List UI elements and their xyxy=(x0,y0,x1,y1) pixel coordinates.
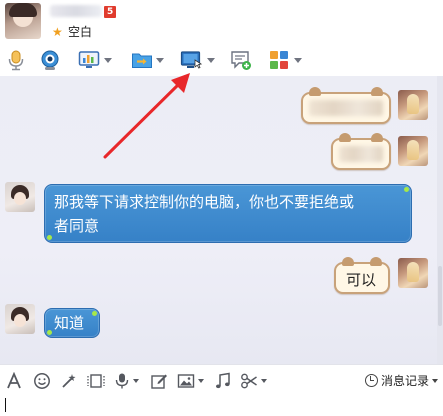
status-text: 空白 xyxy=(68,25,93,39)
clock-icon xyxy=(364,374,378,387)
gif-icon[interactable] xyxy=(87,372,105,390)
message-history-button[interactable]: 消息记录 xyxy=(364,373,438,389)
chart-screen-icon[interactable] xyxy=(78,49,100,71)
received-message-bubble[interactable]: 知道 xyxy=(44,308,100,338)
chat-header: 5 ★ 空白 xyxy=(0,0,443,42)
chevron-down-icon[interactable] xyxy=(156,58,164,63)
received-message-bubble[interactable]: 那我等下请求控制你的电脑，你也不要拒绝或 者同意 xyxy=(44,184,412,243)
contact-avatar[interactable] xyxy=(5,182,35,212)
send-file-icon[interactable] xyxy=(131,49,153,71)
input-toolbar: 消息记录 xyxy=(0,364,443,396)
message-input[interactable] xyxy=(0,396,443,416)
magic-wand-icon[interactable] xyxy=(60,372,78,390)
font-icon[interactable] xyxy=(5,372,23,390)
star-icon: ★ xyxy=(52,25,63,39)
image-icon[interactable] xyxy=(177,372,195,390)
music-icon[interactable] xyxy=(214,372,232,390)
my-avatar[interactable] xyxy=(398,136,428,166)
sent-message-bubble[interactable] xyxy=(331,133,391,170)
bubble-ear xyxy=(370,257,382,266)
message-text-line: 者同意 xyxy=(54,217,100,235)
chat-scrollbar[interactable] xyxy=(437,76,443,364)
chat-message-area[interactable]: 那我等下请求控制你的电脑，你也不要拒绝或 者同意 可以 知道 xyxy=(0,76,443,364)
message-text-line: 那我等下请求控制你的电脑，你也不要拒绝或 xyxy=(54,193,355,211)
emoji-icon[interactable] xyxy=(33,372,51,390)
chat-toolbar xyxy=(0,42,443,76)
contact-avatar[interactable] xyxy=(5,304,35,334)
bubble-dot xyxy=(92,311,97,316)
bubble-ear xyxy=(342,257,354,266)
chevron-down-icon[interactable] xyxy=(133,379,139,383)
my-avatar[interactable] xyxy=(398,258,428,288)
text-cursor xyxy=(5,398,6,412)
video-camera-icon[interactable] xyxy=(39,49,61,71)
bubble-dot xyxy=(47,235,52,240)
screenshot-icon[interactable] xyxy=(150,372,168,390)
voice-icon[interactable] xyxy=(113,372,131,390)
contact-avatar[interactable] xyxy=(5,3,41,39)
microphone-icon[interactable] xyxy=(5,49,27,71)
scissors-icon[interactable] xyxy=(240,372,258,390)
chevron-down-icon[interactable] xyxy=(104,58,112,63)
my-avatar[interactable] xyxy=(398,90,428,120)
chevron-down-icon xyxy=(432,379,438,383)
bubble-ear xyxy=(309,87,321,96)
bubble-ear xyxy=(371,133,383,142)
bubble-ear xyxy=(339,133,351,142)
message-text: 可以 xyxy=(346,271,377,289)
remote-desktop-icon[interactable] xyxy=(180,49,202,71)
add-message-icon[interactable] xyxy=(230,49,252,71)
vip-badge: 5 xyxy=(104,6,117,18)
history-label: 消息记录 xyxy=(380,374,429,388)
chevron-down-icon[interactable] xyxy=(207,58,215,63)
apps-grid-icon[interactable] xyxy=(268,49,290,71)
bubble-dot xyxy=(47,330,52,335)
redacted-message xyxy=(309,100,383,116)
bubble-ear xyxy=(371,87,383,96)
bubble-dot xyxy=(404,187,409,192)
chevron-down-icon[interactable] xyxy=(294,58,302,63)
scrollbar-thumb[interactable] xyxy=(438,266,442,326)
redacted-message xyxy=(339,146,383,162)
sent-message-bubble[interactable]: 可以 xyxy=(334,257,390,294)
chevron-down-icon[interactable] xyxy=(261,379,267,383)
message-text-line: 知道 xyxy=(54,314,85,332)
chevron-down-icon[interactable] xyxy=(198,379,204,383)
contact-name-redacted xyxy=(50,5,102,17)
sent-message-bubble[interactable] xyxy=(301,87,391,124)
